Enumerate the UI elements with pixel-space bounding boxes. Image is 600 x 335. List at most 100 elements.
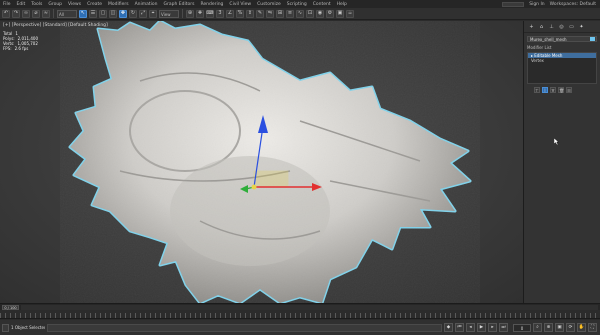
gizmo-xy-plane[interactable] [253, 170, 289, 188]
spinner-snap-icon[interactable]: ⇕ [246, 9, 254, 18]
schematic-icon[interactable]: ⊡ [306, 9, 314, 18]
zoom-all-icon[interactable]: ⊕ [544, 323, 553, 332]
keyboard-shortcut-icon[interactable]: ⌨ [206, 9, 214, 18]
show-end-result-icon[interactable]: I [542, 87, 548, 93]
command-panel: + ⌂ ⊥ ◎ ▭ ✦ Murex_shell_mesh Modifier List ▸ … [523, 21, 600, 303]
menu-edit[interactable]: Edit [17, 2, 26, 7]
maxscript-listener-button[interactable] [2, 323, 9, 332]
zoom-extents-icon[interactable]: ▣ [555, 323, 564, 332]
orbit-icon[interactable]: ⟳ [566, 323, 575, 332]
modifier-list-dropdown[interactable]: Modifier List [527, 45, 597, 50]
prev-frame-icon[interactable]: ◂ [466, 323, 475, 332]
scale-icon[interactable]: ⤢ [139, 9, 147, 18]
select-object-icon[interactable]: ↖ [79, 9, 87, 18]
time-slider-counter[interactable]: 0 / 100 [2, 304, 19, 310]
viewport-statistics: Total 1 Polys: 2,011,400 Verts: 1,005,702 FPS:… [3, 31, 38, 51]
menu-content[interactable]: Content [313, 2, 331, 7]
material-editor-icon[interactable]: ◉ [316, 9, 324, 18]
window-crossing-icon[interactable]: ◫ [109, 9, 117, 18]
current-frame-field[interactable]: 0 [513, 323, 531, 332]
menu-create[interactable]: Create [87, 2, 102, 7]
undo-icon[interactable]: ↶ [2, 9, 10, 18]
menu-group[interactable]: Group [48, 2, 62, 7]
percent-snap-icon[interactable]: % [236, 9, 244, 18]
status-bar: 1 Object Selected ◆ ⏮ ◂ ▶ ▸ ⏭ 0 ⌕ ⊕ ▣ ⟳ ✋ ⛶ [0, 320, 600, 335]
align-icon[interactable]: ⊞ [276, 9, 284, 18]
link-icon[interactable]: ∞ [22, 9, 30, 18]
object-name-field[interactable]: Murex_shell_mesh [527, 36, 597, 42]
modify-tab-icon[interactable]: ⌂ [538, 24, 545, 30]
menu-graph-editors[interactable]: Graph Editors [164, 2, 195, 7]
time-slider-track[interactable] [21, 304, 598, 310]
mirror-icon[interactable]: ⇋ [266, 9, 274, 18]
modifier-stack-item[interactable]: Vertex [528, 58, 596, 63]
command-panel-tabs: + ⌂ ⊥ ◎ ▭ ✦ [524, 21, 600, 33]
next-frame-icon[interactable]: ▸ [488, 323, 497, 332]
render-frame-icon[interactable]: ▣ [336, 9, 344, 18]
menubar-right: Sign In Workspaces: Default [502, 1, 600, 7]
utilities-tab-icon[interactable]: ✦ [578, 24, 585, 30]
bind-spacewarp-icon[interactable]: ≈ [42, 9, 50, 18]
pan-icon[interactable]: ✋ [577, 323, 586, 332]
configure-sets-icon[interactable]: ☷ [566, 87, 572, 93]
menu-views[interactable]: Views [68, 2, 81, 7]
main-toolbar: ↶ ↷ ∞ ⌀ ≈ All ↖ ☰ ▢ ◫ ✥ ↻ ⤢ ⌖ View ⊕ ✚ ⌨ 3 ∠% ⇕ ✎ ⇋ ⊞ ≡ ∿ ⊡ ◉ ⚙ ▣ ☕ [0, 8, 600, 20]
viewport-label[interactable]: [+] [Perspective] [Standard] [Default Sh… [3, 23, 108, 28]
move-icon[interactable]: ✥ [119, 9, 127, 18]
perspective-viewport[interactable]: [+] [Perspective] [Standard] [Default Sh… [0, 21, 523, 303]
go-to-end-icon[interactable]: ⏭ [499, 323, 508, 332]
redo-icon[interactable]: ↷ [12, 9, 20, 18]
modifier-stack-tools: ⊤ I ∀ 🗑 ☷ [534, 87, 597, 93]
make-unique-icon[interactable]: ∀ [550, 87, 556, 93]
sign-in-link[interactable]: Sign In [529, 2, 544, 7]
pivot-icon[interactable]: ⊕ [186, 9, 194, 18]
remove-modifier-icon[interactable]: 🗑 [558, 87, 564, 93]
menu-customize[interactable]: Customize [257, 2, 281, 7]
create-tab-icon[interactable]: + [528, 24, 535, 30]
menu-help[interactable]: Help [337, 2, 347, 7]
selection-filter-select[interactable]: All [57, 9, 77, 18]
menu-tools[interactable]: Tools [31, 2, 42, 7]
time-slider[interactable]: 0 / 100 [0, 303, 600, 310]
menu-file[interactable]: File [3, 2, 11, 7]
select-manipulate-icon[interactable]: ✚ [196, 9, 204, 18]
modifier-stack[interactable]: ▸ Editable Mesh Vertex [527, 52, 597, 84]
menu-modifiers[interactable]: Modifiers [108, 2, 129, 7]
stat-row: FPS: 2.6 fps [3, 46, 38, 51]
object-color-swatch[interactable] [590, 37, 595, 41]
rect-region-icon[interactable]: ▢ [99, 9, 107, 18]
menu-animation[interactable]: Animation [135, 2, 158, 7]
curve-editor-icon[interactable]: ∿ [296, 9, 304, 18]
layer-explorer-icon[interactable]: ≡ [286, 9, 294, 18]
play-icon[interactable]: ▶ [477, 323, 486, 332]
maximize-viewport-icon[interactable]: ⛶ [588, 323, 597, 332]
menu-scripting[interactable]: Scripting [287, 2, 307, 7]
display-tab-icon[interactable]: ▭ [568, 24, 575, 30]
toolbar-separator [182, 9, 183, 18]
unlink-icon[interactable]: ⌀ [32, 9, 40, 18]
select-by-name-icon[interactable]: ☰ [89, 9, 97, 18]
rotate-icon[interactable]: ↻ [129, 9, 137, 18]
angle-snap-icon[interactable]: ∠ [226, 9, 234, 18]
reference-coordinate-select[interactable]: View [159, 9, 179, 18]
snap-toggle-icon[interactable]: 3 [216, 9, 224, 18]
pin-stack-icon[interactable]: ⊤ [534, 87, 540, 93]
zoom-icon[interactable]: ⌕ [533, 323, 542, 332]
murex-shell-model[interactable] [0, 21, 523, 303]
named-selection-icon[interactable]: ✎ [256, 9, 264, 18]
render-icon[interactable]: ☕ [346, 9, 354, 18]
object-name-value: Murex_shell_mesh [530, 37, 567, 42]
stat-value: 2.6 fps [14, 46, 29, 51]
user-field[interactable] [502, 1, 525, 7]
place-icon[interactable]: ⌖ [149, 9, 157, 18]
gizmo-center[interactable] [251, 184, 257, 190]
menu-civil-view[interactable]: Civil View [229, 2, 251, 7]
render-setup-icon[interactable]: ⚙ [326, 9, 334, 18]
motion-tab-icon[interactable]: ◎ [558, 24, 565, 30]
menu-rendering[interactable]: Rendering [200, 2, 223, 7]
auto-key-button[interactable]: ◆ [444, 323, 453, 332]
workspaces-select[interactable]: Workspaces: Default [550, 2, 596, 7]
hierarchy-tab-icon[interactable]: ⊥ [548, 24, 555, 30]
go-to-start-icon[interactable]: ⏮ [455, 323, 464, 332]
track-bar[interactable] [0, 310, 600, 319]
